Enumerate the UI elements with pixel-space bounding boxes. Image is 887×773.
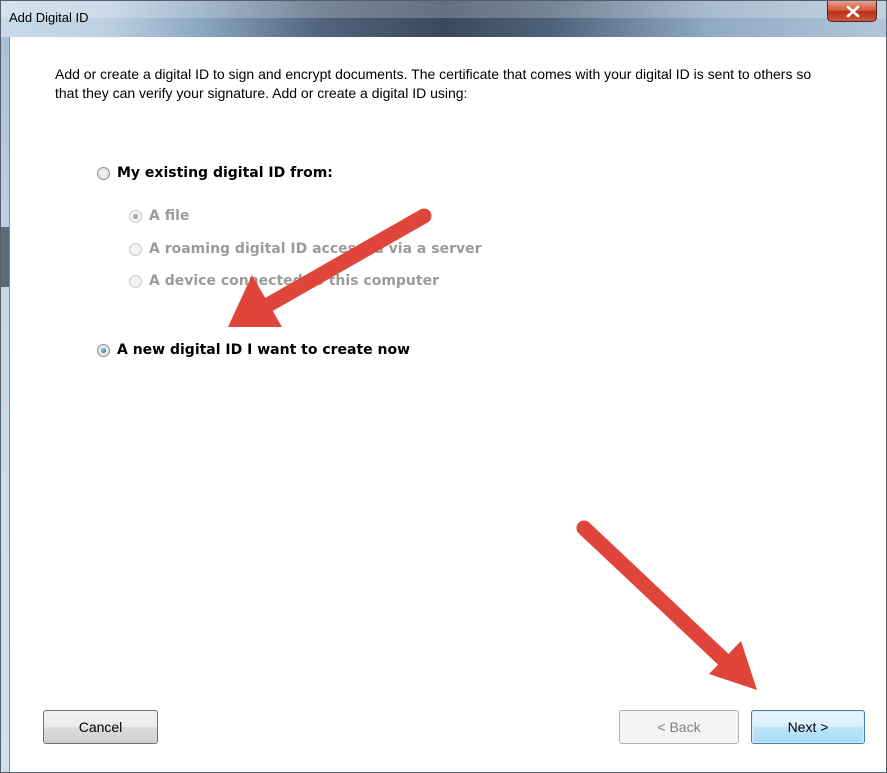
existing-id-label: My existing digital ID from:	[117, 165, 333, 181]
option-roaming-digital-id[interactable]: A roaming digital ID accessed via a serv…	[129, 241, 482, 257]
add-digital-id-dialog: Add Digital ID Add or create a digital I…	[0, 0, 887, 773]
close-icon	[846, 5, 860, 18]
option-device-connected[interactable]: A device connected to this computer	[129, 273, 439, 289]
a-file-label: A file	[149, 208, 190, 224]
title-bar[interactable]: Add Digital ID	[1, 1, 886, 37]
option-new-digital-id[interactable]: A new digital ID I want to create now	[97, 342, 410, 358]
device-radio[interactable]	[129, 274, 142, 288]
next-button[interactable]: Next >	[751, 710, 865, 744]
option-existing-digital-id[interactable]: My existing digital ID from:	[97, 165, 333, 181]
back-button[interactable]: < Back	[619, 710, 739, 744]
device-label: A device connected to this computer	[149, 273, 439, 289]
existing-id-radio[interactable]	[97, 166, 110, 180]
close-button[interactable]	[827, 1, 877, 22]
a-file-radio[interactable]	[129, 209, 142, 223]
dialog-body	[10, 38, 886, 772]
intro-text: Add or create a digital ID to sign and e…	[55, 66, 812, 101]
roaming-id-radio[interactable]	[129, 242, 142, 256]
roaming-id-label: A roaming digital ID accessed via a serv…	[149, 241, 482, 257]
cancel-button[interactable]: Cancel	[43, 710, 158, 744]
window-frame-left	[1, 37, 10, 772]
new-id-radio[interactable]	[97, 343, 110, 357]
option-a-file[interactable]: A file	[129, 208, 189, 224]
new-id-label: A new digital ID I want to create now	[117, 342, 411, 358]
window-title: Add Digital ID	[9, 10, 89, 25]
